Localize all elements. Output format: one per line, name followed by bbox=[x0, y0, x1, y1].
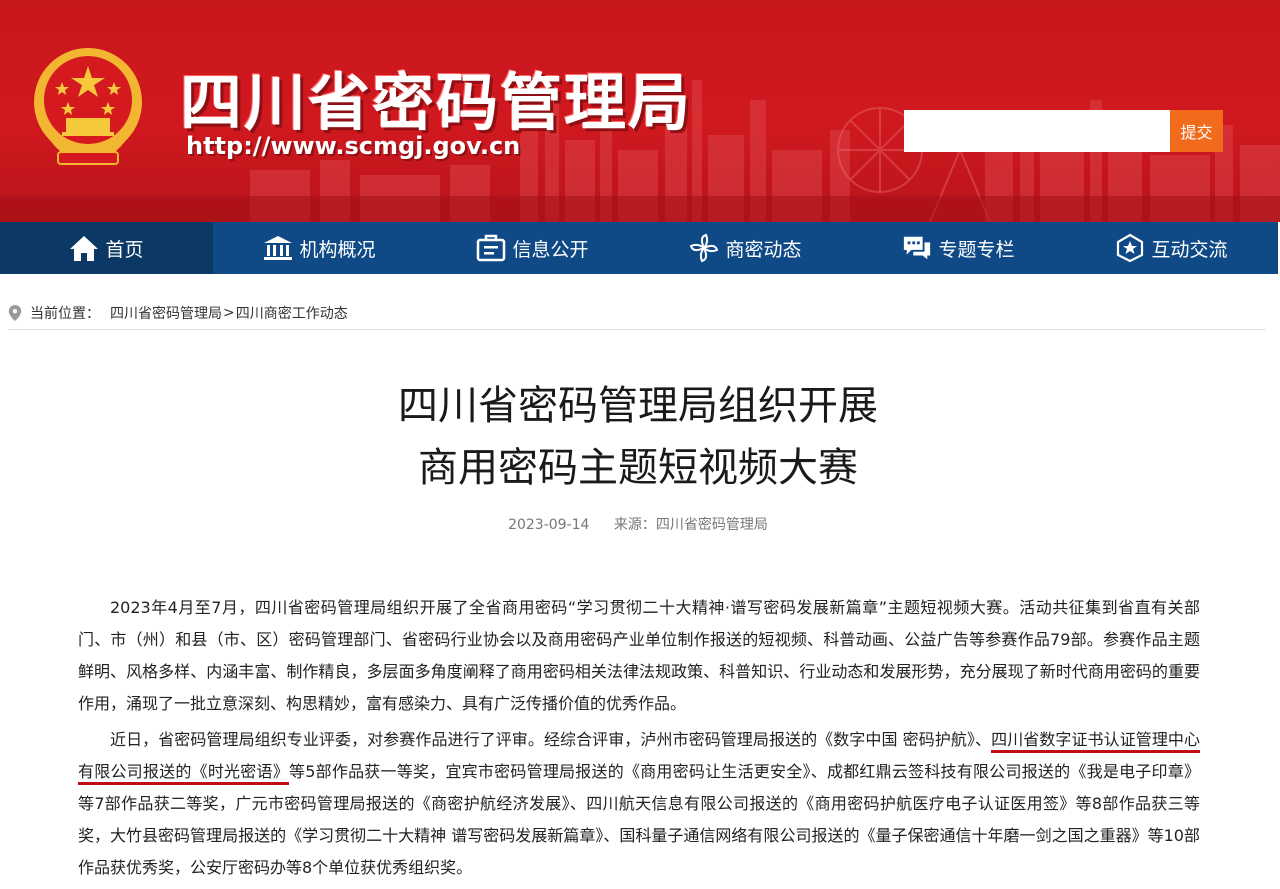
location-pin-icon bbox=[8, 304, 22, 321]
nav-label-institution: 机构概况 bbox=[299, 238, 376, 261]
article-meta: 2023-09-14 来源：四川省密码管理局 bbox=[0, 514, 1276, 534]
interaction-icon bbox=[1115, 233, 1145, 263]
breadcrumb-separator: > bbox=[223, 304, 235, 321]
nav-label-home: 首页 bbox=[105, 238, 144, 261]
nav-item-commercial-crypto-news[interactable]: 商密动态 bbox=[639, 222, 852, 274]
site-url: http://www.scmgj.gov.cn bbox=[186, 132, 521, 160]
main-nav: 首页 机构概况 信息公开 商密动态 专题专栏 互动交流 bbox=[0, 222, 1278, 274]
breadcrumb-link-news[interactable]: 四川商密工作动态 bbox=[236, 303, 348, 323]
article-date: 2023-09-14 bbox=[508, 517, 590, 533]
pinwheel-icon bbox=[689, 233, 719, 263]
breadcrumb: 当前位置： 四川省密码管理局 > 四川商密工作动态 bbox=[8, 296, 1266, 330]
article-paragraph-2: 近日，省密码管理局组织专业评委，对参赛作品进行了评审。经综合评审，泸州市密码管理… bbox=[78, 724, 1200, 884]
national-emblem-icon bbox=[34, 48, 142, 165]
nav-item-home[interactable]: 首页 bbox=[0, 222, 213, 274]
article-body: 2023年4月至7月，四川省密码管理局组织开展了全省商用密码“学习贯彻二十大精神… bbox=[78, 592, 1200, 884]
search-submit-button[interactable]: 提交 bbox=[1170, 110, 1223, 152]
article-title-line1: 四川省密码管理局组织开展 bbox=[398, 383, 878, 429]
header-banner: 四川省密码管理局 http://www.scmgj.gov.cn 提交 bbox=[0, 0, 1280, 222]
home-icon bbox=[69, 233, 99, 263]
institution-icon bbox=[263, 233, 293, 263]
nav-label-special-topics: 专题专栏 bbox=[938, 238, 1015, 261]
breadcrumb-link-home[interactable]: 四川省密码管理局 bbox=[110, 303, 222, 323]
article-source: 来源：四川省密码管理局 bbox=[613, 517, 768, 533]
nav-label-info-disclosure: 信息公开 bbox=[512, 238, 589, 261]
search-input[interactable] bbox=[904, 110, 1170, 152]
nav-label-interaction: 互动交流 bbox=[1151, 238, 1228, 261]
nav-item-special-topics[interactable]: 专题专栏 bbox=[852, 222, 1065, 274]
paragraph-2-text-a: 近日，省密码管理局组织专业评委，对参赛作品进行了评审。经综合评审，泸州市密码管理… bbox=[110, 730, 992, 749]
article-paragraph-1: 2023年4月至7月，四川省密码管理局组织开展了全省商用密码“学习贯彻二十大精神… bbox=[78, 598, 1200, 713]
site-title: 四川省密码管理局 bbox=[180, 66, 693, 139]
nav-label-commercial-crypto-news: 商密动态 bbox=[725, 238, 802, 261]
nav-item-interaction[interactable]: 互动交流 bbox=[1065, 222, 1278, 274]
nav-item-institution[interactable]: 机构概况 bbox=[213, 222, 426, 274]
chat-bubble-icon bbox=[902, 233, 932, 263]
article-title-line2: 商用密码主题短视频大赛 bbox=[418, 445, 858, 491]
breadcrumb-label: 当前位置： bbox=[30, 305, 100, 322]
nav-item-info-disclosure[interactable]: 信息公开 bbox=[426, 222, 639, 274]
info-disclosure-icon bbox=[476, 233, 506, 263]
article-title: 四川省密码管理局组织开展 商用密码主题短视频大赛 bbox=[0, 375, 1276, 499]
